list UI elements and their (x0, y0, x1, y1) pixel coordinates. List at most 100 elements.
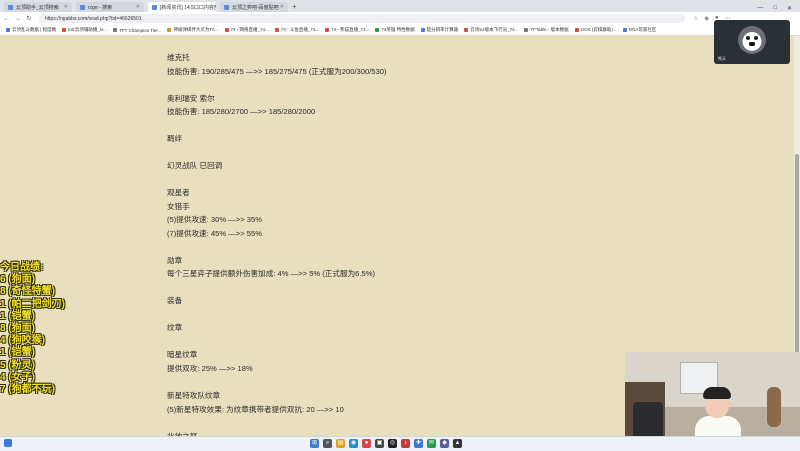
favicon-icon (80, 4, 85, 10)
extension-icon[interactable]: ◈ (704, 15, 709, 22)
husky-avatar (738, 26, 766, 54)
forward-icon[interactable]: → (14, 16, 22, 22)
start-icon[interactable]: ⊞ (310, 439, 319, 448)
star-icon[interactable]: ☆ (693, 15, 698, 22)
bookmark-label: TFTable - 版本数据 (530, 27, 569, 32)
url-text: https://ngabbs.com/read.php?tid=46626501 (45, 15, 142, 22)
bookmark-item[interactable]: 74 - 网络直播_74... (224, 27, 269, 33)
bookmark-icon (464, 28, 469, 32)
bookmark-label: 74 - 熊猫直播_74... (331, 27, 370, 32)
bookmark-label: 74 - 网络直播_74... (230, 27, 269, 32)
overlay-record: 7 (狗都不玩) (0, 384, 55, 396)
bookmark-item[interactable]: TFTable - 版本数据 (524, 27, 569, 33)
bookmark-icon (574, 28, 579, 32)
bookmark-item[interactable]: NGA玩家社区 (622, 27, 657, 33)
article-line: (7)提供攻速: 45% —>> 55% (167, 229, 262, 238)
guitar (767, 387, 781, 427)
overlay-record: 1 (铠蟹) (0, 310, 35, 322)
favicon-icon (224, 4, 229, 10)
bookmark-icon (325, 28, 330, 32)
bookmark-item[interactable]: 超分辨率计算器 (420, 27, 458, 33)
article-line: 提供双攻: 25% —>> 18% (167, 364, 253, 373)
bookmark-item[interactable]: 74英雄 特性数据 (375, 27, 415, 33)
bookmark-item[interactable]: lolz云顶辅助播_lo... (62, 27, 107, 33)
close-tab-icon[interactable]: ✕ (280, 4, 284, 10)
window-controls: — □ ✕ (757, 5, 800, 12)
bookmark-icon (622, 28, 627, 32)
favicon-icon (152, 4, 157, 10)
files-icon[interactable]: ▤ (336, 439, 345, 448)
bookmark-label: 云顶S4版本飞行员_74... (470, 27, 519, 32)
webcam-label: 熊天 (718, 56, 726, 61)
bookmark-item[interactable]: 74 - 斗鱼直播_74... (274, 27, 320, 33)
bookmark-label: lolz云顶辅助播_lo... (68, 27, 108, 32)
overlay-record: 8 (狗面) (0, 323, 35, 335)
overlay-record: 1 (铠蟹) (0, 347, 35, 359)
overlay-record: 8 (奇怪特蟹) (0, 286, 55, 298)
bookmark-label: 神级弹棋伴大贝为TA... (173, 27, 219, 32)
browser-tab[interactable]: 云顶之弈吧-百度贴吧 ✕ (220, 2, 288, 12)
browser-icon[interactable]: ◉ (349, 439, 358, 448)
article-line: 技能伤害: 190/285/475 —>> 185/275/475 (正式服为2… (167, 67, 387, 76)
bookmark-icon (113, 28, 118, 32)
bookmark-label: 74 - 斗鱼直播_74... (280, 27, 320, 32)
search-icon[interactable]: ⌕ (323, 439, 332, 448)
chrome-icon[interactable]: ● (362, 439, 371, 448)
bookmark-item[interactable]: 74 - 熊猫直播_74... (325, 27, 369, 33)
article-line: 羁绊 (167, 134, 183, 143)
new-tab-button[interactable]: + (292, 2, 297, 12)
article-line: 维克托 (167, 53, 190, 62)
tab-bar: 云顶助手_云顶搜索 ✕ rzge - 搜索 ✕ [新闻资讯] 14.5口口内容部署 NG… (0, 0, 800, 12)
tab-title: 云顶之弈吧-百度贴吧 (232, 4, 279, 11)
bookmark-item[interactable]: 云顶乱斗数据 | 程度数 (6, 27, 56, 33)
article-line: 观星者 (167, 188, 190, 197)
music-icon[interactable]: ♪ (401, 439, 410, 448)
app-icon[interactable]: ▣ (375, 439, 384, 448)
article-line: (5)新星特攻效果: 为纹章携带者提供双抗: 20 —>> 10 (167, 405, 344, 414)
overlay-record: 1 (帕二把剑刀) (0, 298, 65, 310)
bookmark-item[interactable]: 神级弹棋伴大贝为TA... (167, 27, 219, 33)
close-button[interactable]: ✕ (787, 5, 792, 12)
bookmark-icon (167, 28, 172, 32)
overlay-title: 今日战绩: (0, 262, 44, 273)
bookmark-label: 74英雄 特性数据 (381, 27, 415, 32)
minimize-button[interactable]: — (757, 5, 763, 12)
app2-icon[interactable]: ▲ (453, 439, 462, 448)
bookmark-item[interactable]: TFT Champion Tier... (113, 28, 161, 33)
bookmark-icon (274, 28, 279, 32)
url-input[interactable]: https://ngabbs.com/read.php?tid=46626501 (39, 14, 685, 23)
bookmark-label: 云顶乱斗数据 | 程度数 (12, 27, 57, 32)
overlay-record: 4 (女子) (0, 371, 35, 383)
game-icon[interactable]: ◆ (440, 439, 449, 448)
maximize-button[interactable]: □ (773, 5, 777, 12)
tab-title: [新闻资讯] 14.5口口内容部署 NGA (160, 4, 216, 11)
article-line: 勋章 (167, 256, 183, 265)
article-line: (5)提供攻速: 30% —>> 35% (167, 215, 262, 224)
close-tab-icon[interactable]: ✕ (64, 4, 68, 10)
close-tab-icon[interactable]: ✕ (136, 4, 140, 10)
browser-tab[interactable]: [新闻资讯] 14.5口口内容部署 NGA✕ (148, 2, 216, 12)
tool-icon[interactable]: ✚ (414, 439, 423, 448)
bookmark-label: OOS (弈棋群助)... (580, 27, 617, 32)
bookmarks-bar: 云顶乱斗数据 | 程度数 lolz云顶辅助播_lo... TFT Champion … (0, 25, 800, 36)
scrollbar-thumb[interactable] (795, 154, 799, 364)
widgets-icon[interactable] (4, 439, 12, 447)
obs-icon[interactable]: ◎ (388, 439, 397, 448)
bookmark-icon (420, 28, 425, 32)
browser-tab[interactable]: 云顶助手_云顶搜索 ✕ (4, 2, 72, 12)
bookmark-icon (224, 28, 229, 32)
bookmark-label: NGA玩家社区 (628, 27, 657, 32)
browser-tab[interactable]: rzge - 搜索 ✕ (76, 2, 144, 12)
overlay-record: 5 (粉灵) (0, 359, 35, 371)
chat-icon[interactable]: ✉ (427, 439, 436, 448)
article-line: 纹章 (167, 323, 183, 332)
reload-icon[interactable]: ↻ (25, 15, 33, 22)
tab-title: rzge - 搜索 (88, 4, 113, 11)
back-icon[interactable]: ← (3, 16, 11, 22)
bookmark-item[interactable]: 云顶S4版本飞行员_74... (464, 27, 518, 33)
overlay-record: 4 (狗咬猴) (0, 335, 45, 347)
bookmark-label: TFT Champion Tier... (119, 27, 162, 33)
article-line: 每个三星弈子提供额外伤害加成: 4% —>> 5% (正式服为6.5%) (167, 269, 376, 278)
article-line: 女猎手 (167, 202, 190, 211)
bookmark-item[interactable]: OOS (弈棋群助)... (574, 27, 617, 33)
